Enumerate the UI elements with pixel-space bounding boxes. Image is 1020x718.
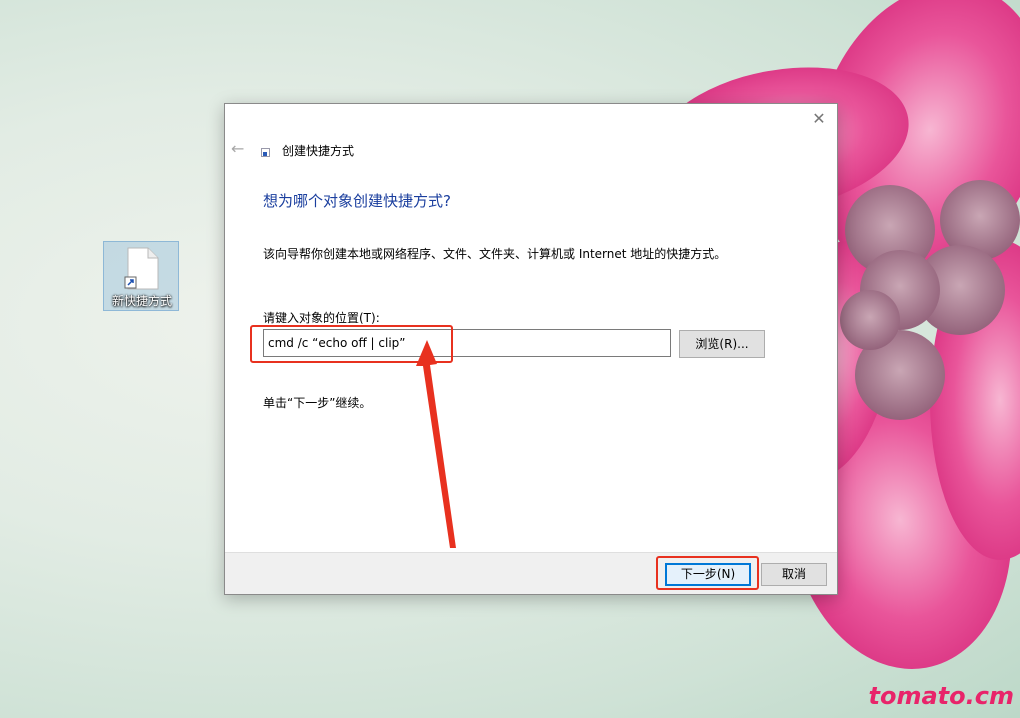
dialog-title: 创建快捷方式 [282,144,355,158]
cancel-button[interactable]: 取消 [761,563,827,586]
back-arrow-icon[interactable]: ← [231,140,249,158]
location-label: 请键入对象的位置(T): [263,311,380,325]
watermark: tomato.cm [868,682,1014,710]
shortcut-icon [261,148,270,157]
close-icon[interactable]: ✕ [807,108,831,130]
desktop-icon-label: 新快捷方式 [111,294,172,308]
continue-hint: 单击“下一步”继续。 [263,396,372,410]
page-heading: 想为哪个对象创建快捷方式? [263,192,451,210]
browse-button[interactable]: 浏览(R)... [679,330,765,358]
wizard-description: 该向导帮你创建本地或网络程序、文件、文件夹、计算机或 Internet 地址的快… [263,247,727,261]
file-shortcut-icon [124,247,159,290]
next-button-highlight-box [656,556,759,590]
input-highlight-box [250,325,453,363]
desktop-shortcut-icon[interactable]: 新快捷方式 [103,241,179,311]
